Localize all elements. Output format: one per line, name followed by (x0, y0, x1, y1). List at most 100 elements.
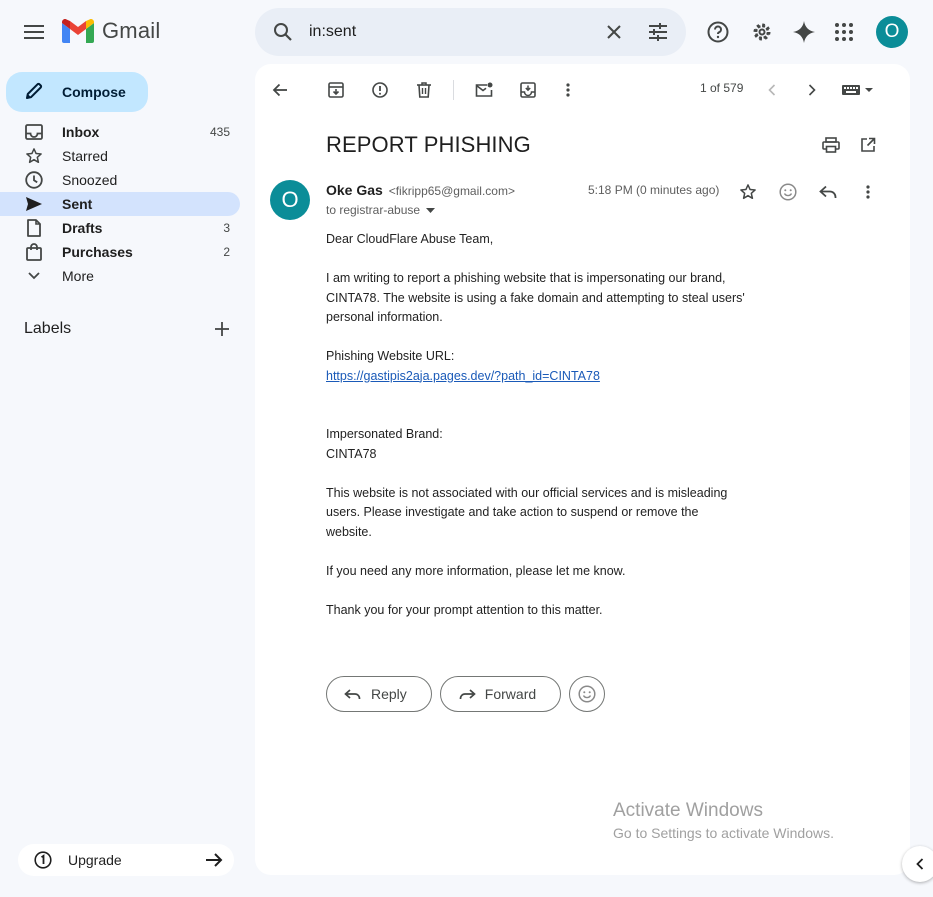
archive-button[interactable] (318, 72, 354, 108)
sidebar-item-sent[interactable]: Sent (0, 192, 240, 216)
top-bar: Gmail O (0, 0, 933, 64)
google-apps-button[interactable] (824, 12, 864, 52)
more-vert-icon (566, 83, 570, 97)
sidebar-item-drafts[interactable]: Drafts 3 (0, 216, 240, 240)
message-view: 1 of 579 REPORT PHISHING O Oke Gas <fikr… (255, 64, 910, 875)
forward-button[interactable]: Forward (439, 676, 562, 712)
input-tools-button[interactable] (838, 72, 878, 108)
chevron-right-icon (808, 84, 816, 96)
more-vert-icon (866, 185, 870, 199)
tune-icon (649, 23, 667, 41)
support-button[interactable] (698, 12, 738, 52)
search-input[interactable] (309, 20, 579, 44)
sidebar-item-inbox[interactable]: Inbox 435 (0, 120, 240, 144)
email-timestamp: 5:18 PM (0 minutes ago) (588, 183, 720, 197)
create-label-button[interactable] (210, 317, 234, 341)
upgrade-label: Upgrade (68, 852, 122, 868)
side-panel-toggle[interactable] (902, 846, 933, 882)
hamburger-icon (24, 25, 44, 39)
react-emoji-button[interactable] (569, 676, 606, 712)
sidebar-item-more[interactable]: More (0, 264, 240, 288)
mark-unread-button[interactable] (466, 72, 502, 108)
upgrade-info-icon (34, 851, 52, 869)
reply-icon-button[interactable] (810, 174, 846, 210)
emoji-icon (779, 183, 797, 201)
phishing-url-link[interactable]: https://gastipis2aja.pages.dev/?path_id=… (326, 369, 600, 383)
search-options-button[interactable] (638, 12, 678, 52)
more-actions-button[interactable] (550, 72, 586, 108)
gear-icon (753, 23, 771, 41)
show-details-button[interactable] (426, 207, 436, 213)
sidebar-item-label: More (62, 268, 94, 284)
upgrade-button[interactable]: Upgrade (18, 844, 234, 876)
mark-unread-icon (475, 82, 493, 97)
main-menu-button[interactable] (14, 12, 54, 52)
forward-icon (457, 684, 477, 704)
search-bar (255, 8, 686, 56)
email-paragraph: This website is not associated with our … (326, 485, 728, 539)
reply-icon (343, 684, 363, 704)
spam-alert-icon (372, 82, 388, 98)
chevron-left-icon (768, 84, 776, 96)
archive-icon (328, 82, 344, 98)
sidebar-item-purchases[interactable]: Purchases 2 (0, 240, 240, 264)
sidebar-item-starred[interactable]: Starred (0, 144, 240, 168)
sidebar-item-label: Sent (62, 196, 93, 212)
url-label: Phishing Website URL: (326, 349, 455, 363)
sparkle-icon (793, 21, 815, 43)
labels-section: Labels (24, 317, 234, 341)
sender-name[interactable]: Oke Gas (326, 182, 383, 198)
newer-button[interactable] (754, 72, 790, 108)
unread-count: 435 (209, 125, 230, 139)
arrow-left-icon (272, 83, 287, 97)
sender-avatar[interactable]: O (270, 180, 310, 220)
app-name: Gmail (102, 18, 161, 43)
email-body: Dear CloudFlare Abuse Team, I am writing… (326, 230, 746, 640)
open-new-window-button[interactable] (850, 127, 886, 163)
sidebar-item-label: Starred (62, 148, 108, 164)
gmail-logo[interactable]: Gmail (62, 18, 160, 44)
print-icon (822, 137, 840, 153)
pagination-count: 1 of 579 (700, 81, 744, 95)
back-button[interactable] (262, 72, 298, 108)
arrow-right-icon (204, 850, 224, 870)
toolbar-divider (453, 80, 454, 100)
labels-title: Labels (24, 320, 72, 337)
gemini-button[interactable] (784, 12, 824, 52)
report-spam-button[interactable] (362, 72, 398, 108)
reply-label: Reply (371, 686, 407, 702)
gmail-m-icon (62, 19, 94, 43)
compose-button[interactable]: Compose (6, 72, 148, 112)
message-more-button[interactable] (850, 174, 886, 210)
star-button[interactable] (730, 174, 766, 210)
chevron-left-icon (916, 858, 924, 870)
sender-email: <fikripp65@gmail.com> (388, 184, 515, 198)
chevron-down-icon (24, 266, 44, 286)
star-icon (24, 146, 44, 166)
reply-button[interactable]: Reply (326, 676, 432, 712)
search-button[interactable] (263, 12, 303, 52)
emoji-icon (578, 685, 596, 703)
reply-icon (819, 185, 837, 198)
watermark-subtitle: Go to Settings to activate Windows. (613, 825, 834, 841)
search-icon (274, 23, 292, 41)
sidebar-item-label: Snoozed (62, 172, 118, 188)
reply-actions: Reply Forward (326, 676, 606, 712)
unread-count: 2 (223, 245, 230, 259)
sidebar-item-label: Inbox (62, 124, 100, 140)
forward-label: Forward (484, 686, 537, 702)
settings-button[interactable] (742, 12, 782, 52)
recipient-line: to registrar-abuse (326, 203, 436, 217)
account-avatar[interactable]: O (876, 16, 908, 48)
watermark-title: Activate Windows (613, 800, 763, 821)
open-in-new-icon (861, 137, 876, 152)
older-button[interactable] (794, 72, 830, 108)
delete-button[interactable] (406, 72, 442, 108)
clear-search-button[interactable] (594, 12, 634, 52)
print-button[interactable] (813, 127, 849, 163)
sidebar-item-label: Purchases (62, 244, 133, 260)
move-to-button[interactable] (510, 72, 546, 108)
add-reaction-button[interactable] (770, 174, 806, 210)
recipient-text: to registrar-abuse (326, 203, 421, 217)
sidebar-item-snoozed[interactable]: Snoozed (0, 168, 240, 192)
